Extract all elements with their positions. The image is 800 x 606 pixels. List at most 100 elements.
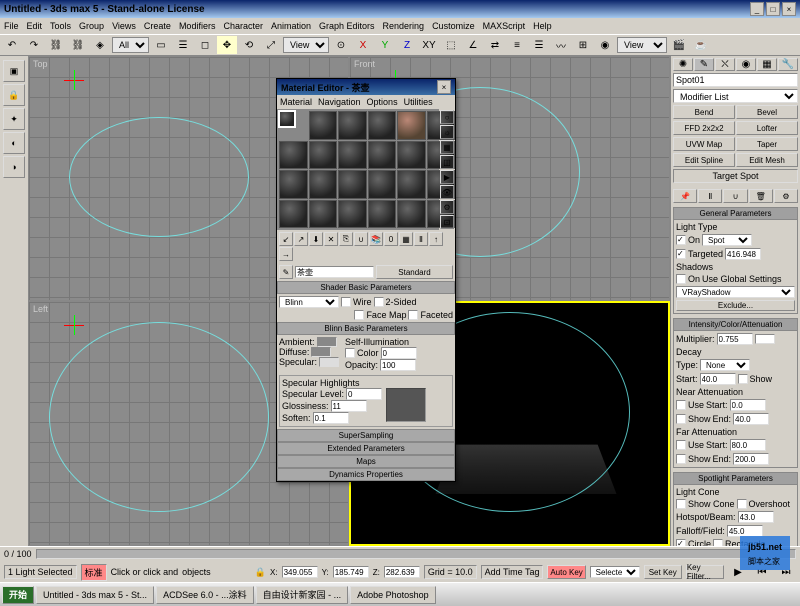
overshoot-checkbox[interactable]: [737, 499, 747, 509]
shadows-on-checkbox[interactable]: [676, 274, 686, 284]
show-end-icon[interactable]: Ⅱ: [414, 232, 428, 246]
mat-id-icon[interactable]: 0: [384, 232, 398, 246]
material-slot[interactable]: [279, 200, 308, 229]
go-sibling-icon[interactable]: →: [279, 247, 293, 261]
multiplier-input[interactable]: [717, 333, 753, 345]
restrict-z-button[interactable]: Z: [397, 36, 417, 54]
sample-uv-icon[interactable]: ◫: [440, 155, 454, 169]
hierarchy-tab-icon[interactable]: ⛌: [715, 58, 735, 71]
configure-icon[interactable]: ⚙: [774, 189, 798, 203]
faceted-checkbox[interactable]: [408, 310, 418, 320]
task-design[interactable]: 自由设计新家园 - ...: [256, 586, 349, 604]
material-slot[interactable]: [338, 111, 367, 140]
rect-radio[interactable]: [713, 539, 723, 546]
refcoord-dropdown[interactable]: View: [283, 37, 329, 53]
exclude-button[interactable]: Exclude...: [676, 300, 795, 311]
object-name-field[interactable]: Spot01: [673, 73, 798, 87]
decay-type-dropdown[interactable]: None: [700, 359, 750, 371]
select-name-button[interactable]: ☰: [173, 36, 193, 54]
material-slot[interactable]: [309, 111, 338, 140]
menu-edit[interactable]: Edit: [27, 21, 43, 31]
ambient-swatch[interactable]: [317, 337, 337, 347]
modify-tab-icon[interactable]: ✎: [694, 58, 714, 71]
reset-icon[interactable]: ✕: [324, 232, 338, 246]
lock-selection-icon[interactable]: 🔒: [255, 567, 266, 578]
motion-tab-icon[interactable]: ◉: [736, 58, 756, 71]
taper-button[interactable]: Taper: [736, 137, 798, 151]
align-button[interactable]: ≡: [507, 36, 527, 54]
material-slot[interactable]: [397, 141, 426, 170]
unlink-button[interactable]: ⛓: [68, 36, 88, 54]
material-slot[interactable]: [397, 111, 426, 140]
showcone-checkbox[interactable]: [676, 499, 686, 509]
link-button[interactable]: ⛓: [46, 36, 66, 54]
diffuse-swatch[interactable]: [311, 347, 331, 357]
make-copy-icon[interactable]: ⎘: [339, 232, 353, 246]
specular-swatch[interactable]: [319, 357, 339, 367]
hotspot-input[interactable]: [738, 511, 774, 523]
bevel-button[interactable]: Bevel: [736, 105, 798, 119]
mat-close-button[interactable]: ×: [437, 80, 451, 94]
background-icon[interactable]: ▦: [440, 140, 454, 154]
menu-group[interactable]: Group: [79, 21, 104, 31]
axis-icon[interactable]: ✦: [3, 108, 25, 130]
select-by-mat-icon[interactable]: ⊡: [440, 215, 454, 229]
remove-mod-icon[interactable]: 🗑: [749, 189, 773, 203]
maps-rollout[interactable]: Maps: [277, 455, 455, 468]
wire-checkbox[interactable]: [341, 297, 351, 307]
create-tab-icon[interactable]: ✺: [673, 58, 693, 71]
near-end-input[interactable]: [733, 413, 769, 425]
sample-type-icon[interactable]: ○: [440, 110, 454, 124]
supersampling-rollout[interactable]: SuperSampling: [277, 429, 455, 442]
time-slider[interactable]: [36, 549, 796, 559]
get-material-icon[interactable]: ↙: [279, 232, 293, 246]
2sided-checkbox[interactable]: [374, 297, 384, 307]
restrict-x-button[interactable]: X: [353, 36, 373, 54]
target-dist-input[interactable]: [725, 248, 761, 260]
setkey-button[interactable]: Set Key: [644, 565, 682, 579]
close-button[interactable]: ×: [782, 2, 796, 16]
material-slot[interactable]: [279, 111, 295, 127]
blinn-params-header[interactable]: Blinn Basic Parameters: [277, 322, 455, 335]
unique-icon[interactable]: ∪: [723, 189, 747, 203]
tool2-icon[interactable]: ◑: [3, 156, 25, 178]
menu-views[interactable]: Views: [112, 21, 136, 31]
video-check-icon[interactable]: ▶: [440, 170, 454, 184]
redo-button[interactable]: ↷: [24, 36, 44, 54]
material-slot[interactable]: [279, 170, 308, 199]
select-region-button[interactable]: ◻: [195, 36, 215, 54]
pin-stack-icon[interactable]: 📌: [673, 189, 697, 203]
mat-menu-navigation[interactable]: Navigation: [318, 97, 361, 107]
scale-button[interactable]: ⤢: [261, 36, 281, 54]
show-map-icon[interactable]: ▦: [399, 232, 413, 246]
display-tab-icon[interactable]: ▦: [757, 58, 777, 71]
angle-snap-button[interactable]: ∠: [463, 36, 483, 54]
ffd-button[interactable]: FFD 2x2x2: [673, 121, 735, 135]
mat-menu-material[interactable]: Material: [280, 97, 312, 107]
rollout-header[interactable]: General Parameters: [674, 208, 797, 220]
x-coord-input[interactable]: [282, 566, 318, 578]
menu-grapheditors[interactable]: Graph Editors: [319, 21, 375, 31]
menu-maxscript[interactable]: MAXScript: [483, 21, 526, 31]
editmesh-button[interactable]: Edit Mesh: [736, 153, 798, 167]
show-checkbox[interactable]: [738, 374, 748, 384]
gloss-input[interactable]: [331, 400, 367, 412]
task-photoshop[interactable]: Adobe Photoshop: [350, 586, 436, 604]
minimize-button[interactable]: _: [750, 2, 764, 16]
add-time-tag[interactable]: Add Time Tag: [481, 565, 544, 579]
opacity-input[interactable]: [380, 359, 416, 371]
z-coord-input[interactable]: [384, 566, 420, 578]
make-unique-icon[interactable]: ∪: [354, 232, 368, 246]
mat-menu-utilities[interactable]: Utilities: [404, 97, 433, 107]
restrict-y-button[interactable]: Y: [375, 36, 395, 54]
material-slot[interactable]: [309, 200, 338, 229]
material-editor-window[interactable]: Material Editor - 茶壶 × Material Navigati…: [276, 78, 456, 482]
near-show-checkbox[interactable]: [676, 414, 686, 424]
preview-icon[interactable]: 👁: [440, 185, 454, 199]
tool1-icon[interactable]: ◐: [3, 132, 25, 154]
material-slot[interactable]: [338, 141, 367, 170]
select-button[interactable]: ▭: [151, 36, 171, 54]
shadow-type-dropdown[interactable]: VRayShadow: [676, 286, 795, 298]
snap-button[interactable]: ⬚: [441, 36, 461, 54]
material-editor-button[interactable]: ◉: [595, 36, 615, 54]
